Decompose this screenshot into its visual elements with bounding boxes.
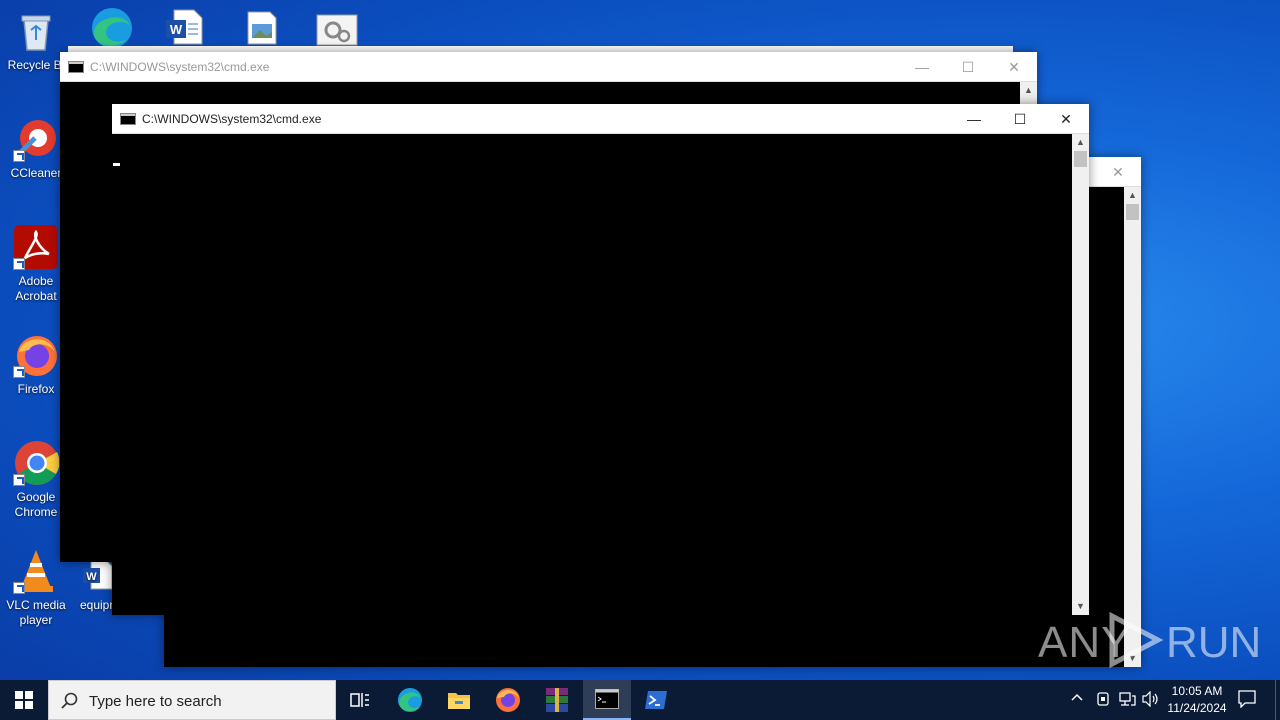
close-icon: ✕ (1112, 164, 1124, 180)
clock[interactable]: 10:05 AM 11/24/2024 (1162, 683, 1232, 717)
winrar-icon (546, 688, 568, 712)
window-title: C:\WINDOWS\system32\cmd.exe (142, 112, 322, 126)
titlebar[interactable]: C:\WINDOWS\system32\cmd.exe — ☐ ✕ (112, 104, 1089, 134)
play-logo-icon (1109, 612, 1164, 668)
cmd-icon (595, 689, 619, 709)
minimize-button[interactable]: — (951, 104, 997, 134)
settings-file-icon[interactable] (316, 12, 358, 46)
cmd-icon (120, 113, 136, 125)
equipn-label: equipn (79, 598, 117, 612)
cmd-window-active[interactable]: C:\WINDOWS\system32\cmd.exe — ☐ ✕ ▲ ▼ (112, 104, 1089, 615)
close-icon: ✕ (1060, 111, 1072, 127)
image-file-icon[interactable] (246, 10, 278, 46)
close-button[interactable]: ✕ (1095, 157, 1141, 187)
firefox-icon (496, 688, 520, 712)
word-document-icon[interactable]: W (166, 8, 204, 46)
taskbar: Type here to search 10:05 AM 11/24/2024 (0, 680, 1280, 720)
taskbar-firefox[interactable] (484, 680, 532, 720)
close-button[interactable]: ✕ (991, 52, 1037, 82)
svg-text:W: W (86, 571, 97, 583)
network-icon (1119, 692, 1136, 706)
show-hidden-icons-button[interactable] (1070, 691, 1084, 708)
device-icon (1097, 692, 1109, 706)
volume-icon (1142, 690, 1158, 708)
taskbar-winrar[interactable] (533, 680, 581, 720)
task-view-button[interactable] (336, 680, 384, 720)
chevron-up-icon (1071, 693, 1083, 701)
console-area[interactable] (112, 135, 1072, 615)
svg-text:W: W (170, 22, 183, 37)
recycle-bin-icon[interactable] (16, 10, 56, 52)
maximize-button[interactable]: ☐ (945, 52, 991, 82)
vlc-icon (13, 548, 59, 594)
vertical-scrollbar[interactable]: ▲ ▼ (1124, 187, 1141, 667)
network-button[interactable] (1118, 691, 1136, 710)
search-placeholder: Type here to search (89, 693, 222, 710)
recycle-bin-label: Recycle Bi (7, 58, 65, 72)
task-view-icon (350, 693, 369, 707)
minimize-icon: — (967, 111, 981, 127)
taskbar-edge[interactable] (386, 680, 434, 720)
ccleaner-icon (13, 116, 59, 162)
chrome-label: Google Chrome (14, 490, 58, 519)
tray-device-icon-button[interactable] (1095, 691, 1111, 710)
clock-date: 11/24/2024 (1167, 701, 1227, 715)
file-explorer-icon (448, 693, 470, 709)
watermark-text-right: RUN (1166, 618, 1262, 667)
scroll-up-icon[interactable]: ▲ (1020, 82, 1037, 99)
taskbar-cmd[interactable] (583, 680, 631, 720)
maximize-icon: ☐ (961, 59, 975, 75)
search-icon (61, 692, 78, 709)
windows-start-icon (15, 691, 33, 709)
firefox-icon (13, 332, 59, 378)
vlc-label: VLC media player (6, 598, 66, 627)
firefox-label: Firefox (17, 382, 55, 396)
chrome-icon (13, 440, 60, 486)
taskbar-powershell[interactable] (632, 680, 680, 720)
titlebar[interactable]: C:\WINDOWS\system32\cmd.exe — ☐ ✕ (60, 52, 1037, 82)
taskbar-file-explorer[interactable] (435, 680, 483, 720)
volume-button[interactable] (1142, 690, 1160, 710)
notifications-button[interactable] (1238, 690, 1256, 711)
adobe-acrobat-label: Adobe Acrobat (15, 274, 57, 303)
close-icon: ✕ (1008, 59, 1020, 75)
close-button[interactable]: ✕ (1043, 104, 1089, 134)
maximize-button[interactable]: ☐ (997, 104, 1043, 134)
adobe-acrobat-icon (13, 224, 59, 270)
word-document-icon: W (83, 560, 113, 590)
vertical-scrollbar[interactable]: ▲ ▼ (1072, 134, 1089, 615)
window-title: C:\WINDOWS\system32\cmd.exe (90, 60, 270, 74)
ccleaner-label: CCleaner (10, 166, 62, 180)
scroll-up-icon[interactable]: ▲ (1124, 187, 1141, 204)
scroll-up-icon[interactable]: ▲ (1072, 134, 1089, 151)
start-button[interactable] (0, 680, 48, 720)
text-cursor (113, 163, 120, 166)
minimize-icon: — (915, 59, 929, 75)
anyrun-watermark: ANY RUN (1038, 610, 1261, 670)
show-desktop-button[interactable] (1275, 680, 1280, 720)
minimize-button[interactable]: — (899, 52, 945, 82)
powershell-icon (645, 691, 667, 709)
clock-time: 10:05 AM (1171, 684, 1223, 698)
edge-icon[interactable] (86, 6, 138, 48)
search-box[interactable]: Type here to search (48, 680, 336, 720)
notification-icon (1238, 690, 1256, 709)
cmd-icon (68, 61, 84, 73)
maximize-icon: ☐ (1013, 111, 1027, 127)
edge-icon (398, 688, 422, 712)
scroll-thumb[interactable] (1126, 204, 1139, 220)
scroll-thumb[interactable] (1074, 151, 1087, 167)
